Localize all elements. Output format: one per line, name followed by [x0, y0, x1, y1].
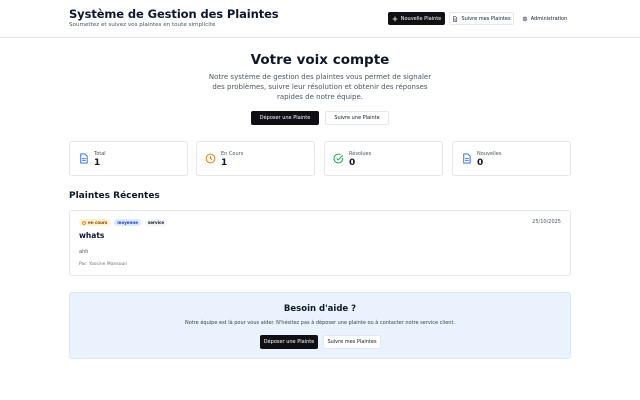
app-header: Système de Gestion des Plaintes Soumette…	[0, 0, 640, 38]
help-title: Besoin d'aide ?	[283, 304, 357, 314]
document-icon	[463, 153, 471, 164]
hero-description: Notre système de gestion des plaintes vo…	[208, 73, 432, 101]
hero-title: Votre voix compte	[250, 52, 390, 68]
status-badge: en cours	[79, 219, 111, 226]
app-subtitle: Soumettez et suivez vos plaintes en tout…	[69, 22, 216, 28]
stat-card-new: Nouvelles 0	[452, 141, 571, 176]
track-complaints-button[interactable]: Suivre mes Plaintes	[449, 12, 514, 25]
stat-label: Résolues	[349, 151, 372, 157]
stat-card-total: Total 1	[69, 141, 188, 176]
clock-icon	[205, 153, 216, 164]
complaint-author: Par: Yassine Mansouri	[79, 262, 128, 267]
stat-value: 0	[349, 158, 356, 168]
track-complaint-button[interactable]: Suivre une Plainte	[325, 111, 389, 125]
status-badge-label: en cours	[88, 220, 108, 225]
admin-label: Administration	[530, 15, 568, 22]
help-section: Besoin d'aide ? Notre équipe est là pour…	[69, 292, 571, 359]
track-complaints-label: Suivre mes Plaintes	[461, 15, 511, 22]
stat-label: En Cours	[221, 151, 244, 157]
stat-label: Total	[94, 151, 106, 157]
gear-icon	[522, 16, 527, 21]
stat-label: Nouvelles	[477, 151, 502, 157]
complaint-description: ahh	[79, 249, 89, 255]
app-title: Système de Gestion des Plaintes	[69, 7, 279, 21]
file-complaint-button[interactable]: Déposer une Plainte	[251, 111, 319, 125]
category-badge: service	[144, 219, 168, 226]
stat-card-resolved: Résolues 0	[324, 141, 443, 176]
check-circle-icon	[333, 153, 344, 164]
help-track-complaints-button[interactable]: Suivre mes Plaintes	[323, 335, 381, 349]
new-complaint-label: Nouvelle Plainte	[400, 15, 442, 22]
stat-value: 1	[221, 158, 228, 168]
clock-icon	[82, 220, 86, 225]
document-icon	[453, 15, 458, 22]
complaint-badges: en cours moyenne service	[79, 219, 168, 226]
plus-icon	[392, 16, 398, 21]
stat-card-in-progress: En Cours 1	[196, 141, 315, 176]
help-file-complaint-button[interactable]: Déposer une Plainte	[260, 335, 318, 349]
new-complaint-button[interactable]: Nouvelle Plainte	[388, 12, 445, 25]
priority-badge: moyenne	[114, 219, 141, 226]
recent-complaints-title: Plaintes Récentes	[69, 191, 160, 201]
stat-value: 1	[94, 158, 101, 168]
admin-button[interactable]: Administration	[519, 12, 570, 25]
complaint-date: 25/10/2025	[532, 219, 561, 225]
document-icon	[80, 153, 88, 164]
complaint-title: whats	[79, 231, 105, 240]
stat-value: 0	[477, 158, 484, 168]
complaint-card[interactable]: en cours moyenne service 25/10/2025 what…	[69, 210, 571, 276]
help-text: Notre équipe est là pour vous aider. N'h…	[184, 320, 456, 326]
